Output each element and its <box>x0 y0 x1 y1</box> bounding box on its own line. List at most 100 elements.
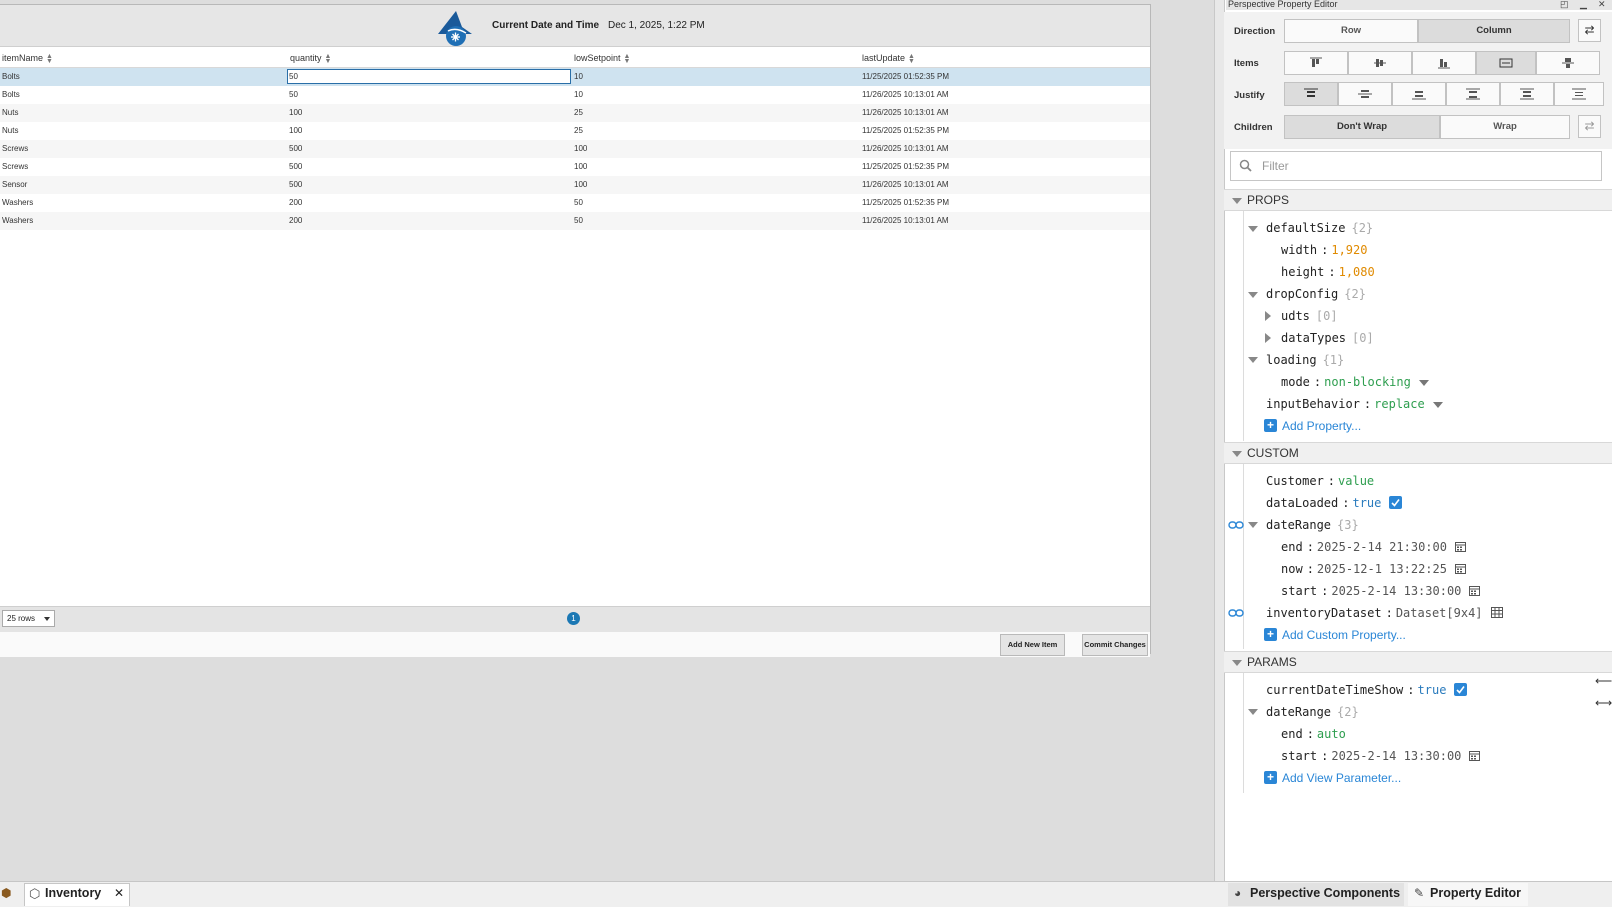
direction-column-option[interactable]: Column <box>1418 19 1570 43</box>
table-cell-lowsetpoint[interactable]: 50 <box>574 194 583 212</box>
table-row[interactable]: Screws 500 100 11/25/2025 01:52:35 PM <box>0 158 1150 176</box>
calendar-icon[interactable] <box>1454 563 1466 574</box>
table-cell-quantity[interactable]: 100 <box>289 104 302 122</box>
table-row[interactable]: Washers 200 50 11/25/2025 01:52:35 PM <box>0 194 1150 212</box>
table-cell-lowsetpoint[interactable]: 100 <box>574 140 587 158</box>
calendar-icon[interactable] <box>1454 541 1466 552</box>
custom-inventorydataset[interactable]: inventoryDataset: Dataset[9x4] <box>1266 603 1503 623</box>
sort-icon[interactable]: ▲ ▼ <box>46 53 53 65</box>
tab-property-editor[interactable]: ✎ Property Editor <box>1408 883 1528 906</box>
table-cell-lowsetpoint[interactable]: 25 <box>574 122 583 140</box>
custom-daterange[interactable]: dateRange {3} <box>1266 515 1359 535</box>
binding-link-icon[interactable] <box>1228 520 1244 530</box>
table-cell-lastupdate[interactable]: 11/26/2025 10:13:01 AM <box>862 212 949 230</box>
checkbox-checked-icon[interactable] <box>1389 496 1403 509</box>
expand-toggle-icon[interactable] <box>1248 709 1258 715</box>
param-currentdatetimeshow[interactable]: currentDateTimeShow: true <box>1266 680 1468 700</box>
expand-toggle-icon[interactable] <box>1248 292 1258 298</box>
table-cell-lastupdate[interactable]: 11/25/2025 01:52:35 PM <box>862 158 949 176</box>
justify-space-evenly-icon[interactable] <box>1554 82 1604 106</box>
column-header-lowsetpoint[interactable]: lowSetpoint ▲ ▼ <box>574 50 630 67</box>
custom-dataloaded[interactable]: dataLoaded: true <box>1266 493 1403 513</box>
rows-per-page-select[interactable]: 25 rows <box>2 610 55 627</box>
expand-toggle-icon[interactable] <box>1248 357 1258 363</box>
page-button[interactable]: 1 <box>567 612 580 625</box>
table-cell-lastupdate[interactable]: 11/26/2025 10:13:01 AM <box>862 140 949 158</box>
table-row[interactable]: Nuts 100 25 11/26/2025 10:13:01 AM <box>0 104 1150 122</box>
close-icon[interactable]: ✕ <box>1598 0 1606 9</box>
dropdown-icon[interactable] <box>1418 379 1429 386</box>
table-row[interactable]: Sensor 500 100 11/26/2025 10:13:01 AM <box>0 176 1150 194</box>
column-header-itemname[interactable]: itemName ▲ ▼ <box>2 50 53 67</box>
expand-toggle-icon[interactable] <box>1265 333 1271 343</box>
dataset-editor-icon[interactable] <box>1490 607 1503 618</box>
table-cell-lowsetpoint[interactable]: 100 <box>574 158 587 176</box>
justify-space-between-icon[interactable] <box>1446 82 1500 106</box>
sort-icon[interactable]: ▲ ▼ <box>908 53 915 65</box>
dont-wrap-option[interactable]: Don't Wrap <box>1284 115 1440 139</box>
calendar-icon[interactable] <box>1469 750 1481 761</box>
table-cell-quantity[interactable]: 500 <box>289 140 302 158</box>
add-custom-property-link[interactable]: + Add Custom Property... <box>1264 625 1406 645</box>
table-cell-itemname[interactable]: Screws <box>2 140 28 158</box>
table-row[interactable]: Screws 500 100 11/26/2025 10:13:01 AM <box>0 140 1150 158</box>
calendar-icon[interactable] <box>1469 585 1481 596</box>
table-cell-lastupdate[interactable]: 11/26/2025 10:13:01 AM <box>862 104 949 122</box>
table-cell-itemname[interactable]: Washers <box>2 194 33 212</box>
table-row[interactable]: Nuts 100 25 11/25/2025 01:52:35 PM <box>0 122 1150 140</box>
table-row[interactable]: Bolts 50 10 11/26/2025 10:13:01 AM <box>0 86 1150 104</box>
table-cell-itemname[interactable]: Washers <box>2 212 33 230</box>
justify-space-around-icon[interactable] <box>1500 82 1554 106</box>
tab-perspective-components[interactable]: ◕ Perspective Components <box>1228 883 1404 906</box>
table-row[interactable]: Washers 200 50 11/26/2025 10:13:01 AM <box>0 212 1150 230</box>
param-daterange-end[interactable]: end: auto <box>1281 724 1346 744</box>
input-direction-icon[interactable]: ⟵ <box>1595 674 1612 688</box>
prop-defaultsize[interactable]: defaultSize {2} <box>1266 218 1373 238</box>
prop-width[interactable]: width:1,920 <box>1281 240 1367 260</box>
table-cell-lowsetpoint[interactable]: 10 <box>574 68 583 86</box>
justify-start-icon[interactable] <box>1284 82 1338 106</box>
align-items-center-icon[interactable] <box>1348 51 1412 75</box>
column-header-lastupdate[interactable]: lastUpdate ▲ ▼ <box>862 50 915 67</box>
justify-end-icon[interactable] <box>1392 82 1446 106</box>
sort-icon[interactable]: ▲ ▼ <box>325 53 332 65</box>
prop-datatypes[interactable]: dataTypes [0] <box>1281 328 1374 348</box>
table-cell-lowsetpoint[interactable]: 25 <box>574 104 583 122</box>
props-section-header[interactable]: PROPS <box>1224 189 1612 211</box>
filter-input[interactable]: Filter <box>1230 151 1602 181</box>
dropdown-icon[interactable] <box>1432 401 1443 408</box>
minimize-icon[interactable]: ▁ <box>1580 0 1587 9</box>
align-items-baseline-icon[interactable] <box>1536 51 1600 75</box>
prop-mode[interactable]: mode: non-blocking <box>1281 372 1429 392</box>
prop-loading[interactable]: loading {1} <box>1266 350 1344 370</box>
inout-direction-icon[interactable]: ⟷ <box>1595 696 1612 710</box>
sort-icon[interactable]: ▲ ▼ <box>624 53 631 65</box>
table-cell-itemname[interactable]: Nuts <box>2 122 18 140</box>
expand-toggle-icon[interactable] <box>1248 522 1258 528</box>
table-cell-lastupdate[interactable]: 11/25/2025 01:52:35 PM <box>862 194 949 212</box>
custom-daterange-start[interactable]: start:2025-2-14 13:30:00 <box>1281 581 1481 601</box>
table-row[interactable]: Bolts 50 10 11/25/2025 01:52:35 PM <box>0 68 1150 86</box>
tab-inventory[interactable]: ⬡ Inventory ✕ <box>24 883 130 906</box>
commit-changes-button[interactable]: Commit Changes <box>1082 634 1148 656</box>
params-section-header[interactable]: PARAMS <box>1224 651 1612 673</box>
table-cell-editor[interactable]: 50 <box>287 69 571 84</box>
param-daterange[interactable]: dateRange {2} <box>1266 702 1359 722</box>
align-items-stretch-icon[interactable] <box>1476 51 1536 75</box>
table-cell-lastupdate[interactable]: 11/26/2025 10:13:01 AM <box>862 86 949 104</box>
table-cell-quantity[interactable]: 500 <box>289 176 302 194</box>
prop-dropconfig[interactable]: dropConfig {2} <box>1266 284 1366 304</box>
param-daterange-start[interactable]: start:2025-2-14 13:30:00 <box>1281 746 1481 766</box>
custom-daterange-end[interactable]: end:2025-2-14 21:30:00 <box>1281 537 1466 557</box>
table-cell-lowsetpoint[interactable]: 100 <box>574 176 587 194</box>
column-header-quantity[interactable]: quantity ▲ ▼ <box>290 50 331 67</box>
table-cell-lastupdate[interactable]: 11/26/2025 10:13:01 AM <box>862 176 949 194</box>
expand-toggle-icon[interactable] <box>1248 226 1258 232</box>
table-cell-lastupdate[interactable]: 11/25/2025 01:52:35 PM <box>862 68 949 86</box>
add-new-item-button[interactable]: Add New Item <box>1000 634 1065 656</box>
add-property-link[interactable]: + Add Property... <box>1264 416 1361 436</box>
table-cell-itemname[interactable]: Sensor <box>2 176 27 194</box>
prop-udts[interactable]: udts [0] <box>1281 306 1338 326</box>
table-cell-quantity[interactable]: 500 <box>289 158 302 176</box>
table-cell-itemname[interactable]: Nuts <box>2 104 18 122</box>
